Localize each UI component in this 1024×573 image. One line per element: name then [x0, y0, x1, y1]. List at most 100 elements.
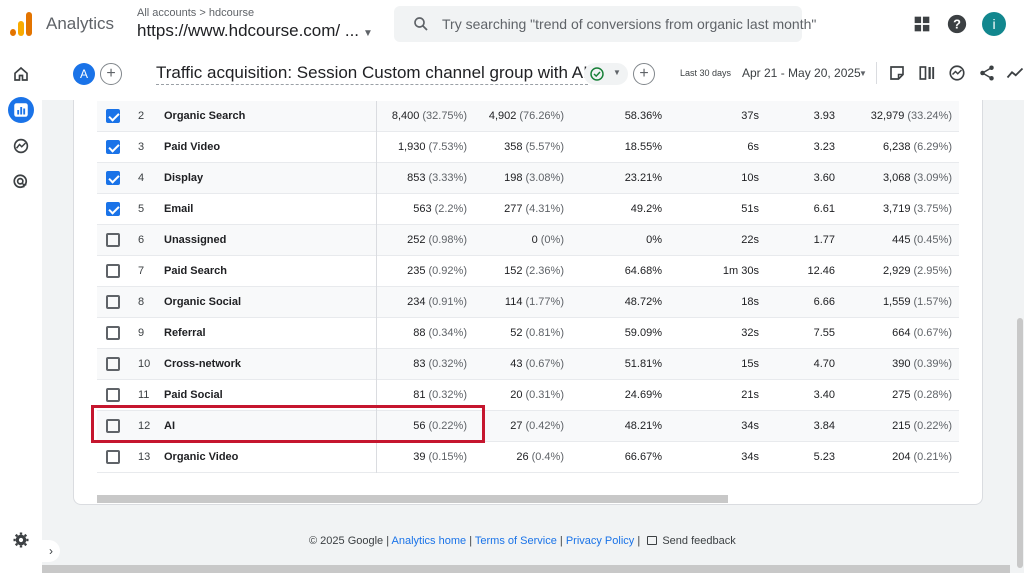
- table-row[interactable]: 2 Organic Search 8,400 (32.75%) 4,902 (76.26%…: [97, 101, 959, 132]
- sessions-cell-value: 88: [413, 327, 426, 339]
- sessions-cell: 8,400 (32.75%): [392, 110, 467, 122]
- table-row[interactable]: 4 Display 853 (3.33%) 198 (3.08%) 23.21% 10s 3.6…: [97, 163, 959, 194]
- engaged-sessions-cell: 0 (0%): [532, 234, 564, 246]
- sessions-cell: 81 (0.32%): [413, 389, 467, 401]
- sessions-cell: 1,930 (7.53%): [398, 141, 467, 153]
- sessions-cell-value: 81: [413, 389, 426, 401]
- date-range-picker[interactable]: Apr 21 - May 20, 2025: [742, 66, 861, 80]
- table-row[interactable]: 8 Organic Social 234 (0.91%) 114 (1.77%) 48.72…: [97, 287, 959, 318]
- reports-icon[interactable]: [8, 97, 34, 123]
- table-row[interactable]: 6 Unassigned 252 (0.98%) 0 (0%) 0% 22s 1.77 445 (0…: [97, 225, 959, 256]
- channel-name: Unassigned: [164, 234, 227, 246]
- events-per-session-cell: 3.84: [813, 420, 835, 432]
- date-preset-label: Last 30 days: [680, 68, 732, 78]
- privacy-link[interactable]: Privacy Policy: [566, 535, 634, 547]
- avg-engagement-time-cell: 18s: [741, 296, 759, 308]
- table-row[interactable]: 13 Organic Video 39 (0.15%) 26 (0.4%) 66.67% 34…: [97, 442, 959, 473]
- help-icon[interactable]: ?: [946, 13, 968, 35]
- vertical-scrollbar[interactable]: [1017, 318, 1023, 568]
- horizontal-scrollbar-thumb[interactable]: [97, 495, 728, 503]
- customize-report-icon[interactable]: [888, 64, 906, 82]
- apps-grid-icon[interactable]: [911, 13, 933, 35]
- row-checkbox[interactable]: [106, 202, 120, 216]
- table-row[interactable]: 10 Cross-network 83 (0.32%) 43 (0.67%) 51.81% 1…: [97, 349, 959, 380]
- engagement-rate-cell: 66.67%: [624, 451, 662, 463]
- row-checkbox[interactable]: [106, 109, 120, 123]
- feedback-icon[interactable]: [647, 536, 658, 545]
- row-checkbox[interactable]: [106, 171, 120, 185]
- event-count-cell-percent: (0.39%): [913, 358, 952, 370]
- home-icon[interactable]: [8, 61, 34, 87]
- row-checkbox[interactable]: [106, 233, 120, 247]
- share-icon[interactable]: [978, 64, 996, 82]
- events-per-session-cell: 6.66: [813, 296, 835, 308]
- sessions-cell-value: 563: [413, 203, 432, 215]
- add-comparison-icon[interactable]: +: [100, 63, 122, 85]
- analytics-logo-icon[interactable]: [10, 12, 32, 36]
- avg-engagement-time-cell: 34s: [741, 451, 759, 463]
- sessions-cell-value: 234: [407, 296, 426, 308]
- advertising-icon[interactable]: [8, 169, 34, 195]
- check-circle-icon: [590, 67, 604, 81]
- terms-link[interactable]: Terms of Service: [475, 535, 557, 547]
- event-count-cell-percent: (3.75%): [913, 203, 952, 215]
- channel-name: Paid Video: [164, 141, 221, 153]
- row-checkbox[interactable]: [106, 450, 120, 464]
- event-count-cell-value: 6,238: [882, 141, 911, 153]
- analytics-home-link[interactable]: Analytics home: [392, 535, 467, 547]
- explore-icon[interactable]: [8, 133, 34, 159]
- sessions-cell-percent: (0.32%): [428, 358, 467, 370]
- property-selector[interactable]: https://www.hdcourse.com/ ... ▼: [137, 21, 373, 41]
- engaged-sessions-cell-percent: (0.81%): [525, 327, 564, 339]
- search-bar[interactable]: Try searching "trend of conversions from…: [394, 6, 816, 42]
- row-checkbox[interactable]: [106, 295, 120, 309]
- comparison-badge[interactable]: A: [73, 63, 95, 85]
- sessions-cell: 39 (0.15%): [413, 451, 467, 463]
- add-report-icon[interactable]: +: [633, 63, 655, 85]
- sessions-cell-value: 39: [413, 451, 426, 463]
- left-nav: [0, 48, 42, 573]
- expand-nav-chevron-icon[interactable]: ›: [42, 540, 60, 562]
- row-checkbox[interactable]: [106, 357, 120, 371]
- date-caret-down-icon[interactable]: ▼: [859, 69, 867, 78]
- row-checkbox[interactable]: [106, 388, 120, 402]
- settings-gear-icon[interactable]: [8, 527, 34, 553]
- column-divider: [376, 194, 377, 225]
- engaged-sessions-cell-percent: (5.57%): [525, 141, 564, 153]
- insights-icon[interactable]: [948, 64, 966, 82]
- report-title[interactable]: Traffic acquisition: Session Custom chan…: [156, 63, 588, 85]
- event-count-cell-value: 204: [892, 451, 911, 463]
- avg-engagement-time-cell: 1m 30s: [722, 265, 759, 277]
- table-row[interactable]: 3 Paid Video 1,930 (7.53%) 358 (5.57%) 18.55% 6…: [97, 132, 959, 163]
- property-name: https://www.hdcourse.com/ ...: [137, 21, 360, 40]
- column-divider: [376, 318, 377, 349]
- sessions-cell: 252 (0.98%): [407, 234, 467, 246]
- send-feedback-link[interactable]: Send feedback: [662, 535, 735, 547]
- table-row[interactable]: 5 Email 563 (2.2%) 277 (4.31%) 49.2% 51s 6.61 3,7…: [97, 194, 959, 225]
- channel-name: Paid Search: [164, 265, 227, 277]
- row-checkbox[interactable]: [106, 140, 120, 154]
- sessions-cell-value: 853: [407, 172, 426, 184]
- row-checkbox[interactable]: [106, 264, 120, 278]
- user-avatar[interactable]: i: [982, 12, 1006, 36]
- row-index: 11: [138, 389, 150, 401]
- page-horizontal-scrollbar[interactable]: [42, 565, 1010, 573]
- engaged-sessions-cell: 358 (5.57%): [504, 141, 564, 153]
- trend-icon[interactable]: [1006, 64, 1024, 82]
- avg-engagement-time-cell: 51s: [741, 203, 759, 215]
- avg-engagement-time-cell: 34s: [741, 420, 759, 432]
- event-count-cell: 390 (0.39%): [892, 358, 952, 370]
- compare-icon[interactable]: [918, 64, 936, 82]
- events-per-session-cell: 3.93: [813, 110, 835, 122]
- report-status-pill[interactable]: ▼: [584, 63, 628, 85]
- account-breadcrumb[interactable]: All accounts > hdcourse: [137, 7, 254, 19]
- engagement-rate-cell: 0%: [646, 234, 662, 246]
- row-index: 10: [138, 358, 151, 370]
- avg-engagement-time-cell: 15s: [741, 358, 759, 370]
- app-name: Analytics: [46, 14, 115, 33]
- sessions-cell-value: 83: [413, 358, 426, 370]
- row-checkbox[interactable]: [106, 326, 120, 340]
- sessions-cell-percent: (0.91%): [428, 296, 467, 308]
- table-row[interactable]: 7 Paid Search 235 (0.92%) 152 (2.36%) 64.68% 1m…: [97, 256, 959, 287]
- table-row[interactable]: 9 Referral 88 (0.34%) 52 (0.81%) 59.09% 32s 7.55…: [97, 318, 959, 349]
